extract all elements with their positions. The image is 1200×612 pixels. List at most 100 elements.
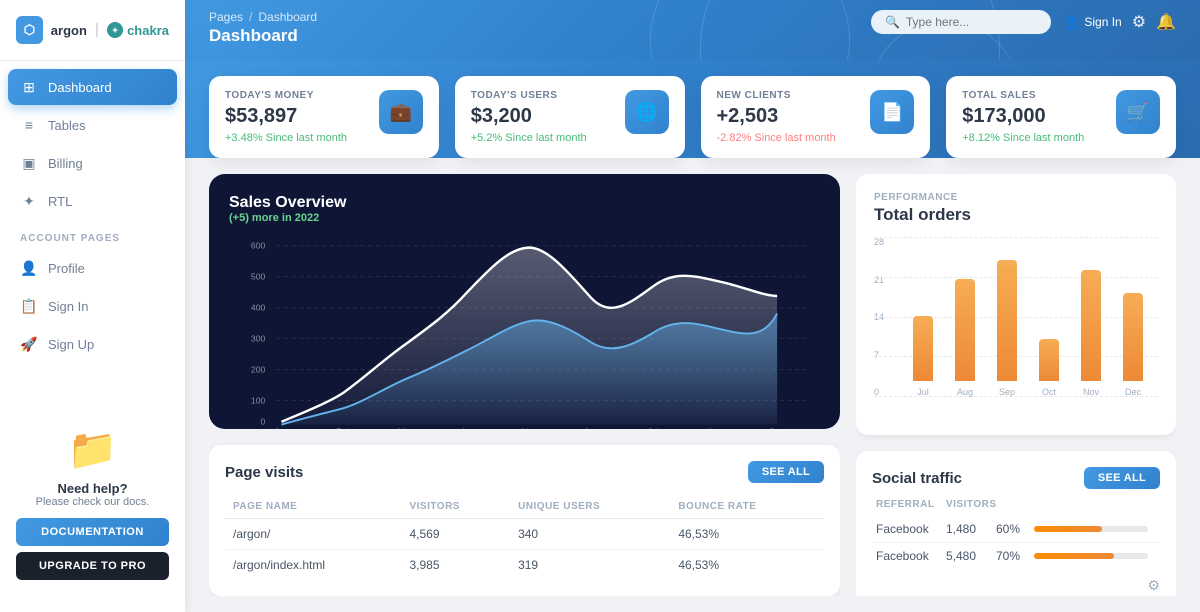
- bar-col: Aug: [955, 279, 975, 397]
- social-rows: Facebook 1,480 60% Facebook 5,480 70%: [872, 516, 1160, 569]
- social-bar-fill-0: [1034, 526, 1102, 532]
- social-pct-1: 70%: [996, 549, 1026, 563]
- content-area: Sales Overview (+5) more in 2022: [185, 158, 1200, 612]
- svg-text:Aug: Aug: [708, 426, 723, 429]
- col-visitors: VISITORS: [401, 495, 510, 519]
- sidebar-help: 📁 Need help? Please check our docs. DOCU…: [0, 410, 185, 596]
- bar-chart-container: 28 21 14 7 0: [874, 237, 1158, 417]
- sidebar-item-profile[interactable]: 👤 Profile: [8, 250, 177, 286]
- breadcrumb-separator: /: [249, 10, 252, 24]
- bar-x-label: Aug: [957, 387, 973, 397]
- svg-text:0: 0: [260, 417, 265, 427]
- stat-icon-sales: 🛒: [1116, 90, 1160, 134]
- svg-text:May: May: [521, 426, 538, 429]
- svg-text:Jan: Jan: [275, 426, 289, 429]
- help-description: Please check our docs.: [16, 496, 169, 508]
- profile-icon: 👤: [20, 259, 38, 277]
- sidebar-item-billing[interactable]: ▣ Billing: [8, 145, 177, 181]
- notification-icon[interactable]: 🔔: [1156, 12, 1176, 32]
- y-label-0: 0: [874, 387, 884, 397]
- cell-page: /argon/index.html: [225, 550, 401, 581]
- sidebar-item-signup[interactable]: 🚀 Sign Up: [8, 326, 177, 362]
- sidebar-item-dashboard-label: Dashboard: [48, 80, 112, 95]
- sidebar-item-signin[interactable]: 📋 Sign In: [8, 288, 177, 324]
- search-input[interactable]: [906, 15, 1046, 29]
- y-label-28: 28: [874, 237, 884, 247]
- bar-col: Nov: [1081, 270, 1101, 397]
- globe-icon: 🌐: [635, 102, 657, 123]
- page-visits-card: Page visits SEE ALL PAGE NAME VISITORS U…: [209, 445, 840, 596]
- svg-text:600: 600: [251, 241, 265, 251]
- gear-icon[interactable]: ⚙: [1147, 577, 1160, 593]
- social-name-0: Facebook: [876, 522, 946, 536]
- svg-text:Jul: Jul: [648, 426, 659, 429]
- sidebar-nav: ⊞ Dashboard ≡ Tables ▣ Billing ✦ RTL: [0, 69, 185, 221]
- search-bar[interactable]: 🔍: [871, 10, 1051, 34]
- svg-text:300: 300: [251, 333, 265, 343]
- settings-icon[interactable]: ⚙: [1132, 12, 1146, 32]
- stat-card-sales: TOTAL SALES $173,000 +8.12% Since last m…: [946, 76, 1176, 158]
- header-right: 🔍 👤 Sign In ⚙ 🔔: [871, 10, 1176, 34]
- social-value-0: 1,480: [946, 522, 996, 536]
- sidebar-item-profile-label: Profile: [48, 261, 85, 276]
- upgrade-button[interactable]: UPGRADE TO PRO: [16, 552, 169, 580]
- stat-change-users: +5.2% Since last month: [471, 132, 587, 144]
- social-header: Social traffic SEE ALL: [872, 467, 1160, 489]
- social-col-headers: REFERRAL VISITORS: [872, 499, 1160, 510]
- col-unique: UNIQUE USERS: [510, 495, 670, 519]
- bar-chart-y-labels: 28 21 14 7 0: [874, 237, 884, 397]
- svg-text:Sep: Sep: [769, 426, 784, 429]
- account-nav: 👤 Profile 📋 Sign In 🚀 Sign Up: [0, 250, 185, 364]
- social-title: Social traffic: [872, 470, 962, 487]
- chart-subtitle: (+5) more in 2022: [229, 212, 820, 224]
- stat-card-users: TODAY'S USERS $3,200 +5.2% Since last mo…: [455, 76, 685, 158]
- header: Pages / Dashboard Dashboard 🔍 👤 Sign In …: [185, 0, 1200, 60]
- chart-subtitle-highlight: (+5) more: [229, 212, 279, 224]
- stat-info-clients: NEW CLIENTS +2,503 -2.82% Since last mon…: [717, 90, 836, 144]
- svg-text:Feb: Feb: [336, 426, 351, 429]
- rtl-icon: ✦: [20, 192, 38, 210]
- logo-icon-argon: ⬡: [16, 16, 43, 44]
- sidebar-item-tables[interactable]: ≡ Tables: [8, 107, 177, 143]
- stat-label-sales: TOTAL SALES: [962, 90, 1084, 101]
- sidebar-item-dashboard[interactable]: ⊞ Dashboard: [8, 69, 177, 105]
- stat-label-money: TODAY'S MONEY: [225, 90, 347, 101]
- stat-icon-money: 💼: [379, 90, 423, 134]
- page-visits-table: PAGE NAME VISITORS UNIQUE USERS BOUNCE R…: [225, 495, 824, 580]
- social-see-all-button[interactable]: SEE ALL: [1084, 467, 1160, 489]
- documentation-button[interactable]: DOCUMENTATION: [16, 518, 169, 546]
- stat-label-clients: NEW CLIENTS: [717, 90, 836, 101]
- cell-unique: 340: [510, 519, 670, 550]
- cell-unique: 319: [510, 550, 670, 581]
- stat-change-clients: -2.82% Since last month: [717, 132, 836, 144]
- table-title: Page visits: [225, 464, 303, 481]
- social-pct-0: 60%: [996, 522, 1026, 536]
- logo-argon-symbol: ⬡: [24, 22, 35, 38]
- svg-text:500: 500: [251, 271, 265, 281]
- stat-label-users: TODAY'S USERS: [471, 90, 587, 101]
- table-header: Page visits SEE ALL: [225, 461, 824, 483]
- col-page-name: PAGE NAME: [225, 495, 401, 519]
- svg-text:400: 400: [251, 302, 265, 312]
- stats-row: TODAY'S MONEY $53,897 +3.48% Since last …: [185, 60, 1200, 158]
- header-signin-link[interactable]: 👤 Sign In: [1063, 14, 1122, 31]
- breadcrumb-pages[interactable]: Pages: [209, 10, 243, 24]
- social-bar-fill-1: [1034, 553, 1114, 559]
- dashboard-icon: ⊞: [20, 78, 38, 96]
- sidebar-item-signup-label: Sign Up: [48, 337, 94, 352]
- stat-value-sales: $173,000: [962, 105, 1084, 128]
- header-actions: 👤 Sign In ⚙ 🔔: [1063, 12, 1176, 32]
- table-row: /argon/ 4,569 340 46,53%: [225, 519, 824, 550]
- billing-icon: ▣: [20, 154, 38, 172]
- sidebar-item-rtl[interactable]: ✦ RTL: [8, 183, 177, 219]
- sales-chart-svg: 600 500 400 300 200 100 0 Jan Feb Mar Ap…: [229, 236, 820, 429]
- social-traffic-card: Social traffic SEE ALL REFERRAL VISITORS…: [856, 451, 1176, 596]
- bar-chart-inner: Jul Aug Sep Oct Nov Dec: [898, 237, 1158, 417]
- sales-chart-card: Sales Overview (+5) more in 2022: [209, 174, 840, 429]
- social-name-1: Facebook: [876, 549, 946, 563]
- document-icon: 📄: [881, 102, 903, 123]
- stat-info-sales: TOTAL SALES $173,000 +8.12% Since last m…: [962, 90, 1084, 144]
- social-bar-wrap-1: [1034, 553, 1148, 559]
- bar-segment: [997, 260, 1017, 381]
- page-visits-see-all-button[interactable]: SEE ALL: [748, 461, 824, 483]
